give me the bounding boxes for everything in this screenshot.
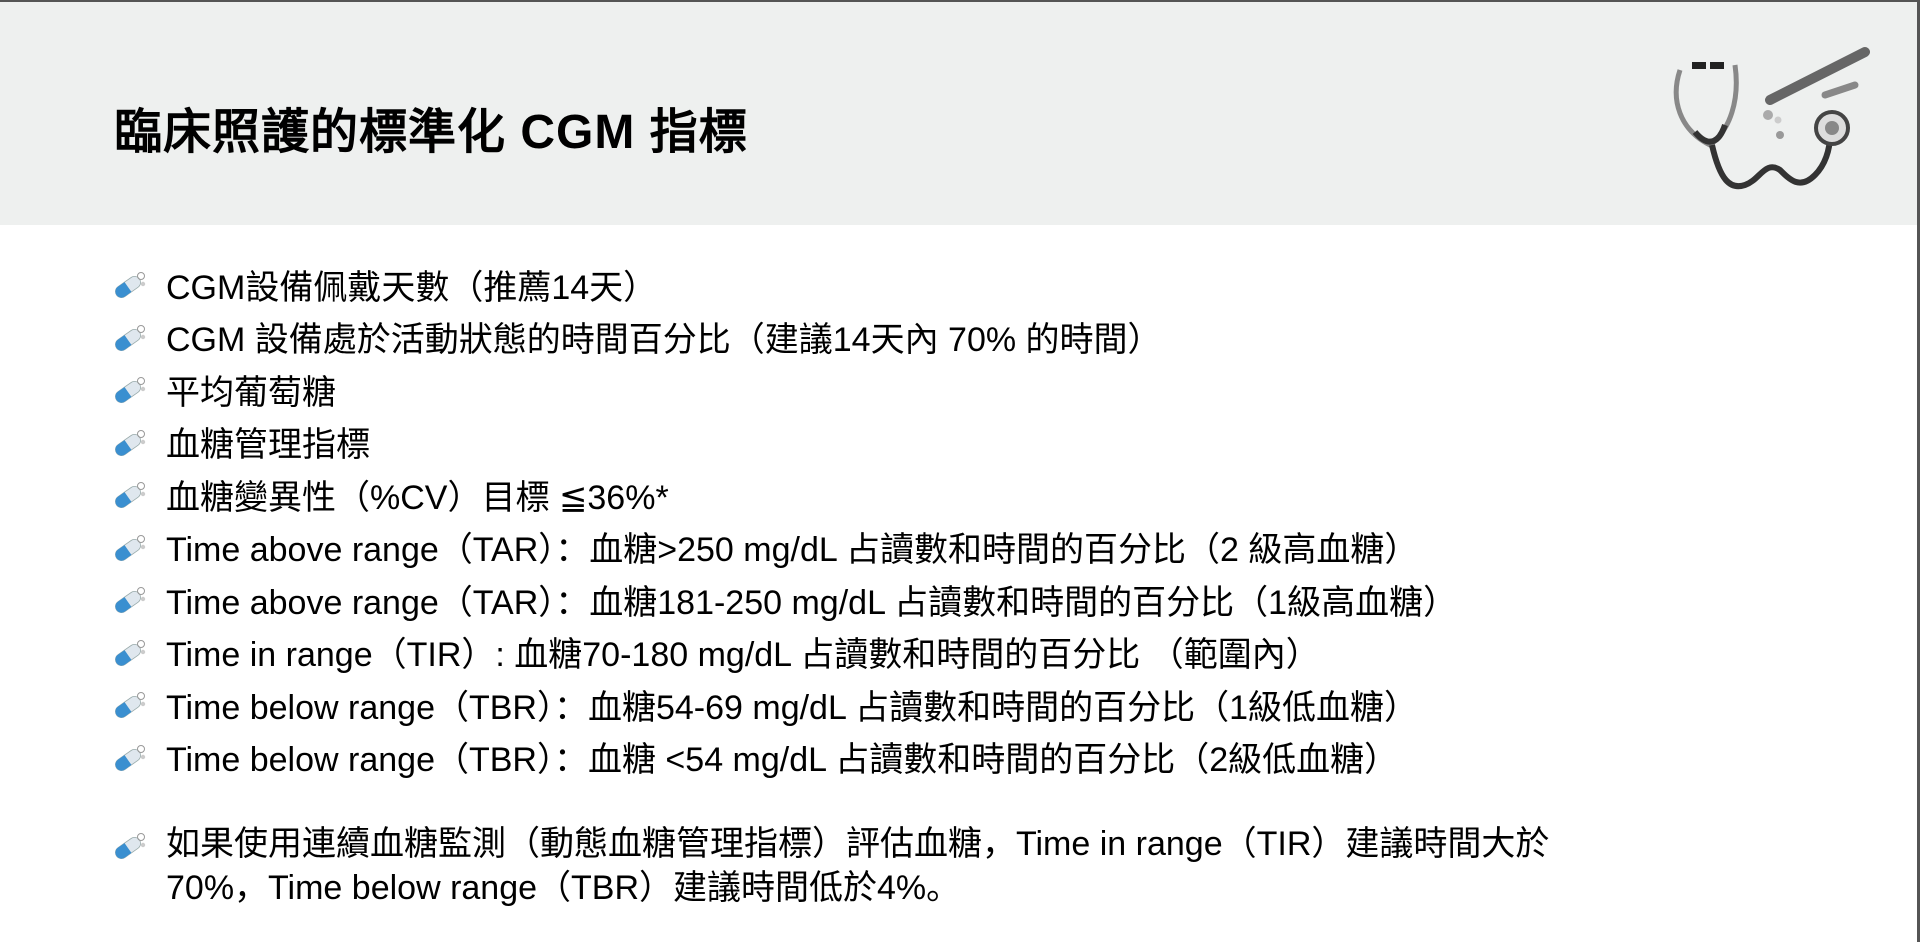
list-item: 血糖變異性（%CV）目標 ≦36%* — [110, 468, 1457, 521]
note-line-1: 如果使用連續血糖監測（動態血糖管理指標）評估血糖，Time in range（T… — [166, 825, 1550, 863]
note-line-2: 70%，Time below range（TBR）建議時間低於4%。 — [166, 869, 961, 907]
list-item-text: Time above range（TAR）：血糖>250 mg/dL 占讀數和時… — [166, 531, 1419, 570]
pill-bullet-icon — [110, 322, 150, 352]
list-item-text: Time in range（TIR）: 血糖70-180 mg/dL 占讀數和時… — [166, 636, 1320, 675]
pill-bullet-icon — [110, 532, 150, 562]
pill-bullet-icon — [110, 427, 150, 457]
list-item: Time above range（TAR）：血糖181-250 mg/dL 占讀… — [110, 573, 1457, 626]
pill-bullet-icon — [110, 479, 150, 509]
list-item: 血糖管理指標 — [110, 416, 1457, 469]
list-item-text: 血糖變異性（%CV）目標 ≦36%* — [166, 478, 669, 517]
pill-bullet-icon — [110, 374, 150, 404]
pill-bullet-icon — [110, 742, 150, 772]
list-item-text: Time below range（TBR）：血糖54-69 mg/dL 占讀數和… — [166, 688, 1418, 727]
list-item-text: 血糖管理指標 — [166, 426, 370, 465]
pill-bullet-icon — [110, 830, 150, 860]
list-item: CGM設備佩戴天數（推薦14天） — [110, 258, 1457, 311]
pill-bullet-icon — [110, 637, 150, 667]
list-item: 平均葡萄糖 — [110, 363, 1457, 416]
pill-bullet-icon — [110, 689, 150, 719]
header-bar: 臨床照護的標準化 CGM 指標 — [0, 0, 1920, 225]
list-item: Time below range（TBR）：血糖54-69 mg/dL 占讀數和… — [110, 678, 1457, 731]
note-text: 如果使用連續血糖監測（動態血糖管理指標）評估血糖，Time in range（T… — [166, 822, 1886, 910]
stethoscope-illustration-icon — [1673, 47, 1870, 190]
recommendation-note: 如果使用連續血糖監測（動態血糖管理指標）評估血糖，Time in range（T… — [110, 822, 1886, 910]
list-item-text: CGM 設備處於活動狀態的時間百分比（建議14天內 70% 的時間） — [166, 321, 1162, 360]
list-item: Time below range（TBR）：血糖 <54 mg/dL 占讀數和時… — [110, 731, 1457, 784]
list-item: Time above range（TAR）：血糖>250 mg/dL 占讀數和時… — [110, 521, 1457, 574]
list-item: CGM 設備處於活動狀態的時間百分比（建議14天內 70% 的時間） — [110, 311, 1457, 364]
list-item-text: Time above range（TAR）：血糖181-250 mg/dL 占讀… — [166, 583, 1458, 622]
pill-bullet-icon — [110, 269, 150, 299]
indicator-list: CGM設備佩戴天數（推薦14天） CGM 設備處於活動狀態的時間百分比（建議14… — [110, 258, 1457, 783]
pill-bullet-icon — [110, 584, 150, 614]
list-item-text: 平均葡萄糖 — [166, 373, 336, 412]
list-item-text: Time below range（TBR）：血糖 <54 mg/dL 占讀數和時… — [166, 741, 1399, 780]
page-title: 臨床照護的標準化 CGM 指標 — [114, 106, 748, 159]
list-item: Time in range（TIR）: 血糖70-180 mg/dL 占讀數和時… — [110, 626, 1457, 679]
list-item-text: CGM設備佩戴天數（推薦14天） — [166, 268, 658, 307]
